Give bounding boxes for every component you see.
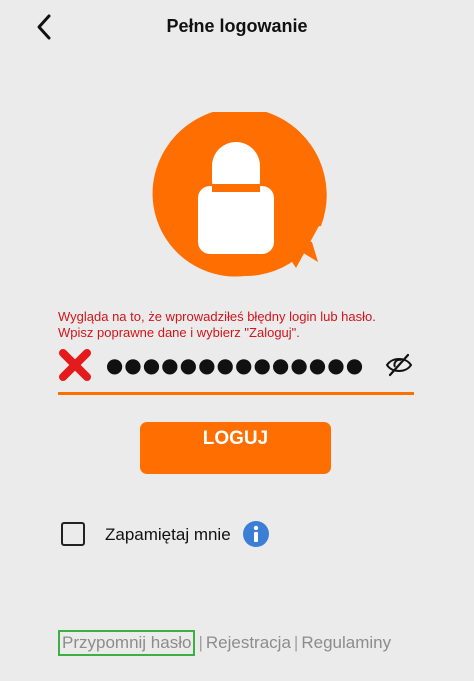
register-link[interactable]: Rejestracja (206, 633, 291, 653)
regulations-link[interactable]: Regulaminy (301, 633, 391, 653)
login-button-label: LOGUJ (202, 428, 269, 449)
remind-password-link[interactable]: Przypomnij hasło (58, 630, 196, 656)
remember-me-label[interactable]: Zapamiętaj mnie (105, 525, 231, 545)
info-icon[interactable] (243, 521, 269, 547)
eye-off-icon[interactable] (384, 352, 414, 378)
user-avatar-icon (150, 107, 328, 280)
remember-me-checkbox[interactable] (61, 522, 85, 546)
error-x-icon (58, 348, 92, 382)
login-button[interactable]: LOGUJ (140, 422, 331, 474)
error-line-2: Wpisz poprawne dane i wybierz "Zaloguj". (58, 325, 300, 340)
separator: | (198, 633, 203, 652)
footer-links: Przypomnij hasło | Rejestracja | Regulam… (58, 629, 391, 657)
login-error-message: Wygląda na to, że wprowadziłeś błędny lo… (58, 309, 438, 341)
top-bar: Pełne logowanie (0, 0, 474, 56)
page-title: Pełne logowanie (166, 16, 308, 36)
password-input[interactable] (100, 350, 370, 380)
error-line-1: Wygląda na to, że wprowadziłeś błędny lo… (58, 309, 376, 324)
password-underline (58, 392, 414, 395)
separator: | (293, 633, 299, 652)
